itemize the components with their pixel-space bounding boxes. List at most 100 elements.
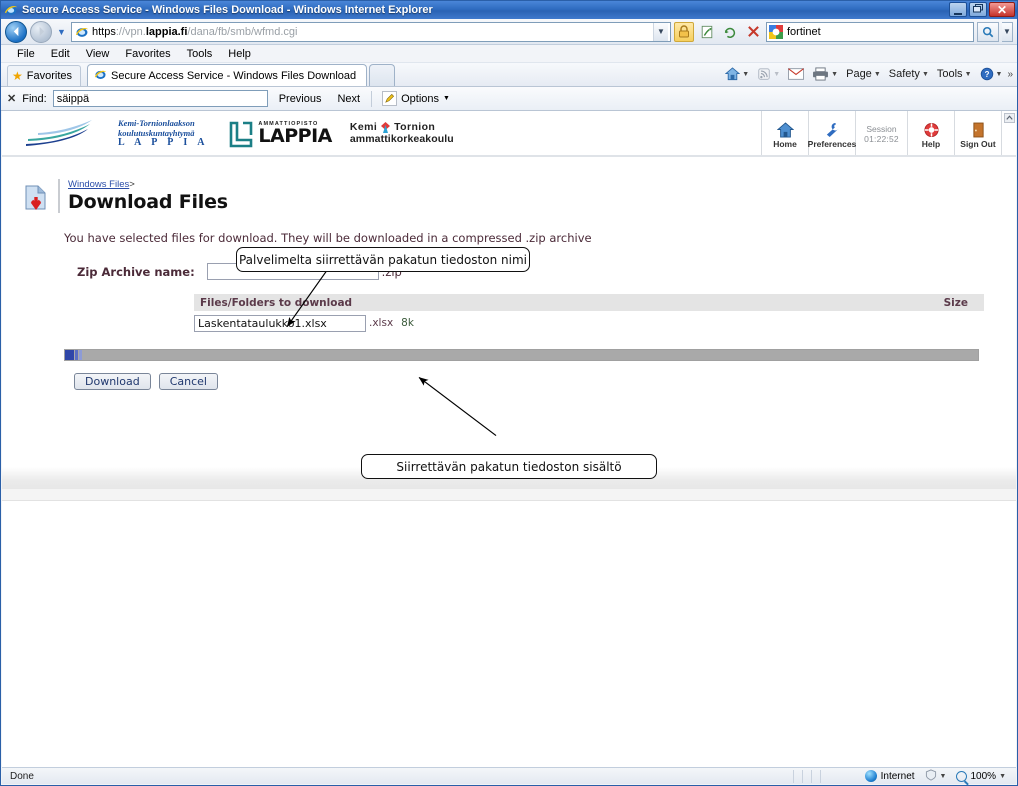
address-dropdown-caret-icon[interactable]: ▼ [653, 22, 668, 41]
new-tab-button[interactable] [369, 64, 396, 86]
feeds-button[interactable]: ▼ [754, 64, 783, 84]
download-progress-bar [64, 349, 979, 361]
zoom-level-control[interactable]: 100% ▼ [956, 770, 1012, 782]
nav-sign-out[interactable]: Sign Out [955, 111, 1002, 157]
tools-menu-label: Tools [936, 68, 963, 80]
breadcrumb-link-windows-files[interactable]: Windows Files [68, 179, 129, 190]
search-go-button[interactable] [977, 21, 999, 42]
logo1-line3: L A P P I A [118, 136, 209, 148]
svg-text:?: ? [984, 70, 989, 79]
collapse-header-button[interactable] [1002, 111, 1016, 157]
help-menu-button[interactable]: ? ▼ [977, 64, 1006, 84]
globe-icon [864, 770, 877, 782]
forward-button[interactable] [30, 20, 52, 43]
favorites-label: Favorites [26, 70, 73, 82]
menu-item-favorites[interactable]: Favorites [117, 48, 178, 60]
table-row: Laskentataulukko1.xlsx .xlsx 8k [194, 313, 984, 333]
find-input[interactable]: säippä [52, 90, 268, 107]
home-caret-icon[interactable]: ▼ [742, 71, 749, 78]
menu-item-view[interactable]: View [78, 48, 118, 60]
window-title: Secure Access Service - Windows Files Do… [22, 4, 433, 16]
lock-icon[interactable] [674, 21, 694, 42]
menu-item-tools[interactable]: Tools [179, 48, 221, 60]
wrench-icon [824, 121, 841, 138]
intro-text: You have selected files for download. Th… [64, 231, 592, 245]
logo-kemi-tornion-amk: Kemi Tornion ammattikorkeakoulu [350, 122, 454, 146]
menu-item-edit[interactable]: Edit [43, 48, 78, 60]
search-input[interactable]: fortinet [766, 21, 974, 42]
tools-menu-button[interactable]: Tools ▼ [934, 64, 975, 84]
address-bar-input[interactable]: https://vpn.lappia.fi/dana/fb/smb/wfmd.c… [71, 21, 671, 42]
menu-item-help[interactable]: Help [220, 48, 259, 60]
lifering-icon [923, 121, 940, 138]
close-button[interactable]: ✕ [989, 2, 1015, 17]
status-divider-2 [801, 769, 803, 783]
tab-label: Secure Access Service - Windows Files Do… [111, 69, 357, 82]
zoom-level-label: 100% [970, 770, 997, 782]
page-viewport: Kemi-Tornionlaakson koulutuskuntayhtymä … [2, 111, 1016, 767]
status-divider-1 [792, 769, 794, 783]
file-name-input[interactable]: Laskentataulukko1.xlsx [194, 314, 366, 332]
safety-menu-button[interactable]: Safety ▼ [886, 64, 932, 84]
page-title: Download Files [68, 191, 228, 213]
menu-item-file[interactable]: File [9, 48, 43, 60]
nav-home-label: Home [773, 139, 797, 149]
command-bar-overflow-button[interactable]: » [1007, 69, 1013, 80]
tab-favicon-icon [94, 68, 107, 84]
callout-zip-name: Palvelimelta siirrettävän pakatun tiedos… [236, 247, 530, 272]
safety-caret-icon: ▼ [921, 70, 929, 78]
find-close-icon[interactable]: ✕ [7, 92, 16, 105]
url-protocol: https [92, 25, 116, 38]
favorites-button[interactable]: ★ Favorites [7, 65, 82, 86]
download-button[interactable]: Download [74, 373, 151, 390]
home-button[interactable]: ▼ [722, 64, 752, 84]
protected-mode-status[interactable]: ▼ [925, 768, 946, 784]
restore-button[interactable] [969, 2, 987, 17]
safety-menu-label: Safety [888, 68, 920, 80]
nav-help-label: Help [921, 139, 941, 149]
compatibility-view-icon[interactable] [697, 22, 717, 42]
mail-icon [788, 68, 805, 80]
tab-secure-access-service[interactable]: Secure Access Service - Windows Files Do… [87, 64, 368, 86]
print-button[interactable]: ▼ [809, 64, 841, 84]
content-footer-band-2 [2, 489, 1016, 501]
find-options-button[interactable]: Options ▼ [378, 91, 454, 106]
nav-preferences[interactable]: Preferences [808, 111, 856, 157]
find-next-button[interactable]: Next [332, 93, 365, 105]
main-content: Windows Files> Download Files You have s… [2, 179, 1016, 767]
star-icon: ★ [12, 69, 23, 83]
page-menu-button[interactable]: Page ▼ [843, 64, 884, 84]
status-bar: Done Internet ▼ 100% ▼ [2, 767, 1016, 784]
mail-button[interactable] [785, 64, 807, 84]
nav-help[interactable]: Help [908, 111, 955, 157]
search-provider-caret-icon[interactable]: ▼ [1002, 21, 1013, 42]
ie-browser-window: Secure Access Service - Windows Files Do… [0, 0, 1018, 786]
site-header: Kemi-Tornionlaakson koulutuskuntayhtymä … [2, 111, 1016, 157]
download-file-icon [24, 185, 50, 213]
cancel-button[interactable]: Cancel [158, 373, 218, 390]
internet-explorer-icon [4, 3, 18, 17]
nav-sign-out-label: Sign Out [960, 139, 996, 149]
print-caret-icon[interactable]: ▼ [831, 71, 838, 78]
files-table: Files/Folders to download Size Laskentat… [194, 294, 984, 333]
nav-home[interactable]: Home [762, 111, 809, 157]
status-divider-3 [810, 769, 812, 783]
progress-fill-segment-2 [75, 350, 78, 360]
progress-fill-segment-3 [79, 350, 82, 360]
url-host: lappia.fi [145, 25, 188, 38]
title-bar: Secure Access Service - Windows Files Do… [1, 1, 1017, 19]
print-icon [813, 67, 829, 81]
highlighter-icon [382, 91, 398, 106]
column-header-files: Files/Folders to download [200, 296, 353, 309]
refresh-icon[interactable] [720, 22, 740, 42]
history-dropdown-button[interactable]: ▼ [55, 27, 68, 37]
security-zone[interactable]: Internet [864, 770, 915, 782]
stop-icon[interactable] [743, 22, 763, 42]
find-separator [371, 90, 373, 107]
magnifier-icon [956, 770, 968, 782]
menu-bar: File Edit View Favorites Tools Help [1, 45, 1017, 63]
minimize-button[interactable] [949, 2, 967, 17]
back-button[interactable] [5, 20, 27, 43]
callout-file-content: Siirrettävän pakatun tiedoston sisältö [361, 454, 657, 479]
find-previous-button[interactable]: Previous [274, 93, 327, 105]
